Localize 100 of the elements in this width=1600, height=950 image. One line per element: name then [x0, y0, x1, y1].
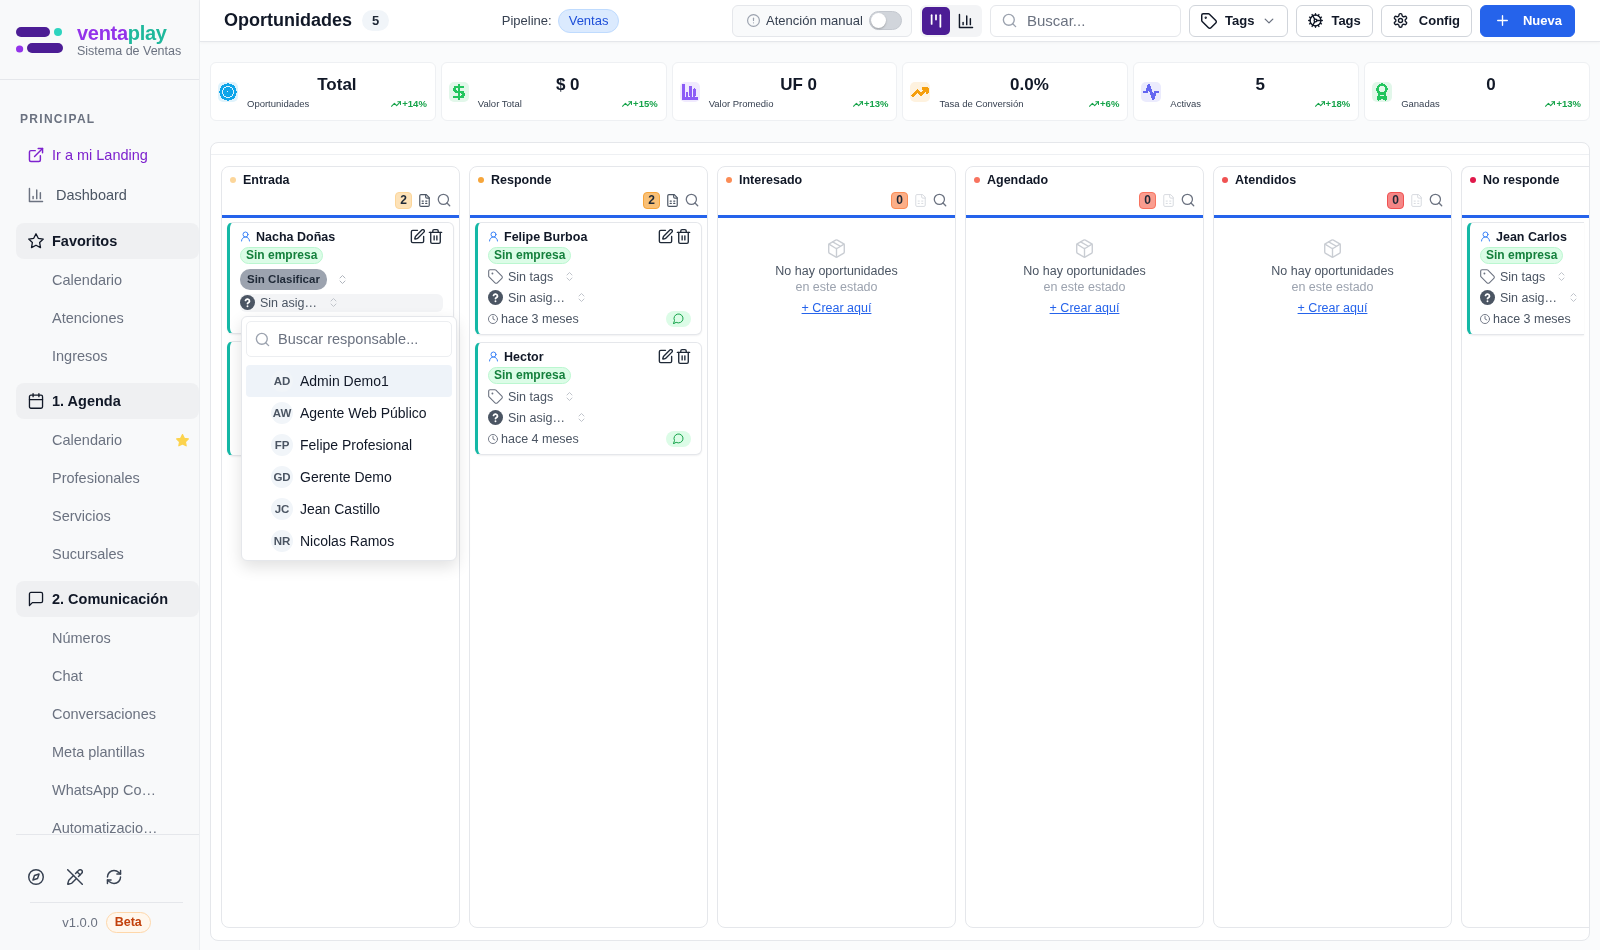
- column-title: Atendidos: [1235, 173, 1297, 187]
- search-icon[interactable]: [437, 193, 451, 207]
- tags-filter-button[interactable]: Tags: [1189, 4, 1289, 37]
- nav-group[interactable]: 1. Agenda: [16, 383, 199, 419]
- trend-up-icon: [622, 98, 633, 109]
- tags-selector[interactable]: Sin tags: [1480, 267, 1568, 286]
- edit-icon[interactable]: [658, 229, 673, 244]
- trash-icon[interactable]: [676, 349, 691, 364]
- question-icon: [1480, 290, 1495, 305]
- bar-chart-icon: [28, 187, 44, 203]
- menu-option[interactable]: JC Jean Castillo: [246, 493, 452, 525]
- clock-icon: [1480, 313, 1490, 324]
- empty-message: No hay oportunidades: [1271, 263, 1394, 279]
- document-icon[interactable]: [666, 193, 679, 207]
- person-icon: [488, 351, 499, 362]
- assignee-selector[interactable]: Sin asig…: [1480, 288, 1579, 307]
- nav-item[interactable]: Calendario: [52, 432, 123, 448]
- pencil-off-icon[interactable]: [67, 868, 83, 885]
- nav-item[interactable]: Calendario: [52, 272, 123, 288]
- nav-item[interactable]: Profesionales: [52, 470, 140, 486]
- trash-icon[interactable]: [428, 229, 443, 244]
- compass-icon[interactable]: [28, 868, 44, 885]
- create-link[interactable]: + Crear aquí: [1049, 300, 1120, 316]
- assignee-selector[interactable]: Sin asig…: [240, 293, 443, 312]
- create-link[interactable]: + Crear aquí: [1297, 300, 1368, 316]
- classification-tag[interactable]: Sin Clasificar: [240, 268, 327, 290]
- tag-icon: [488, 269, 503, 284]
- empty-hint: en este estado: [795, 279, 878, 295]
- assignee-selector[interactable]: Sin asig…: [488, 408, 587, 427]
- initials-avatar: FP: [271, 434, 293, 456]
- nav-item[interactable]: Sucursales: [52, 546, 124, 562]
- nav-item[interactable]: Ingresos: [52, 348, 108, 364]
- bar-chart-icon: [958, 12, 974, 29]
- menu-option[interactable]: NR Nicolas Ramos: [246, 525, 452, 557]
- beta-badge: Beta: [105, 911, 151, 933]
- nav-item[interactable]: Meta plantillas: [52, 744, 145, 760]
- nav-item[interactable]: Atenciones: [52, 310, 124, 326]
- trash-icon[interactable]: [676, 229, 691, 244]
- chevrons-up-down-icon: [328, 297, 339, 308]
- search-icon[interactable]: [685, 193, 699, 207]
- search-icon[interactable]: [1429, 193, 1443, 207]
- info-icon: [747, 14, 760, 27]
- nav-item[interactable]: Conversaciones: [52, 706, 156, 722]
- chat-icon[interactable]: [666, 430, 691, 447]
- chevrons-up-down-icon: [1568, 292, 1579, 303]
- menu-option[interactable]: AW Agente Web Público: [246, 397, 452, 429]
- responsible-search-field[interactable]: Buscar responsable...: [246, 321, 452, 357]
- tags-selector[interactable]: Sin tags: [488, 267, 576, 286]
- refresh-icon[interactable]: [106, 868, 122, 885]
- assignee-selector[interactable]: Sin asig…: [488, 288, 587, 307]
- config-button[interactable]: Config: [1380, 4, 1472, 37]
- trend-up-icon: [1545, 98, 1556, 109]
- nav-group[interactable]: 2. Comunicación: [16, 581, 199, 617]
- star-icon: [28, 233, 44, 249]
- chat-icon[interactable]: [666, 310, 691, 327]
- tags-selector[interactable]: Sin tags: [488, 387, 576, 406]
- menu-option[interactable]: FP Felipe Profesional: [246, 429, 452, 461]
- stat-value: Total: [316, 73, 358, 96]
- menu-option[interactable]: GD Gerente Demo: [246, 461, 452, 493]
- document-icon[interactable]: [418, 193, 431, 207]
- stat-value: $ 0: [554, 73, 581, 96]
- nav-item[interactable]: Chat: [52, 668, 83, 684]
- empty-message: No hay oportunidades: [775, 263, 898, 279]
- count-badge: 0: [891, 191, 908, 209]
- stat-trend: +14%: [402, 97, 427, 110]
- pipeline-selector[interactable]: Ventas: [557, 8, 620, 33]
- logo-icon: [16, 26, 63, 53]
- menu-option[interactable]: AD Admin Demo1: [246, 365, 452, 397]
- stat-label: Oportunidades: [247, 97, 310, 110]
- trend-up-icon: [1314, 98, 1325, 109]
- empty-hint: en este estado: [1291, 279, 1374, 295]
- nav-group[interactable]: Favoritos: [16, 223, 199, 259]
- initials-avatar: JC: [271, 498, 293, 520]
- nav-item[interactable]: Automatizacio…: [52, 820, 158, 834]
- search-icon: [255, 331, 270, 347]
- search-icon[interactable]: [933, 193, 947, 207]
- kanban-view-button[interactable]: [922, 6, 950, 35]
- time-ago: hace 4 meses: [501, 431, 579, 446]
- search-icon[interactable]: [1181, 193, 1195, 207]
- toggle-switch[interactable]: [868, 11, 902, 30]
- time-ago: hace 3 meses: [1493, 311, 1571, 326]
- nav-item[interactable]: Números: [52, 630, 111, 646]
- count-badge: 2: [643, 191, 660, 209]
- search-field[interactable]: Buscar...: [990, 4, 1181, 37]
- nav-link[interactable]: Dashboard: [28, 186, 127, 204]
- nav-item[interactable]: Servicios: [52, 508, 111, 524]
- calendar-icon: [28, 393, 44, 409]
- edit-icon[interactable]: [410, 229, 425, 244]
- tags-settings-button[interactable]: Tags: [1296, 4, 1373, 37]
- nav-link[interactable]: Ir a mi Landing: [28, 146, 148, 164]
- create-link[interactable]: + Crear aquí: [801, 300, 872, 316]
- person-icon: [488, 231, 499, 242]
- nav-item[interactable]: WhatsApp Co…: [52, 782, 156, 798]
- company-tag: Sin empresa: [240, 247, 324, 264]
- edit-icon[interactable]: [658, 349, 673, 364]
- manual-attention-label: Atención manual: [766, 13, 863, 28]
- stat-label: Activas: [1170, 97, 1201, 110]
- company-tag: Sin empresa: [488, 247, 572, 264]
- new-button[interactable]: Nueva: [1479, 4, 1575, 37]
- contact-name: Nacha Doñas: [256, 229, 336, 244]
